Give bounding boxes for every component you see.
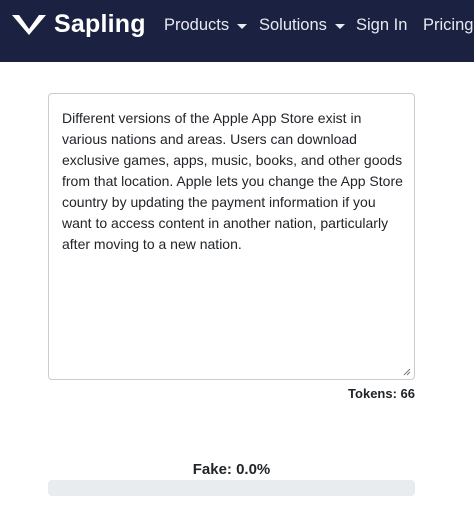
- resize-handle-icon[interactable]: [403, 368, 411, 376]
- chevron-down-icon: [334, 23, 345, 29]
- nav-sign-in-link[interactable]: Sign In: [356, 14, 407, 36]
- sapling-logo-icon: [12, 15, 46, 35]
- input-text-content: Different versions of the Apple App Stor…: [62, 110, 403, 252]
- brand-logo-link[interactable]: Sapling: [10, 9, 146, 39]
- nav-pricing-label: Pricing: [423, 16, 474, 34]
- nav-sign-in-label: Sign In: [356, 16, 408, 34]
- token-count: Tokens: 66: [348, 386, 415, 401]
- chevron-down-icon: [237, 23, 248, 29]
- nav-products-label: Products: [164, 16, 230, 34]
- nav-solutions-dropdown[interactable]: Solutions: [259, 14, 345, 36]
- fake-score-progress-bar: [48, 480, 415, 496]
- nav-products-dropdown[interactable]: Products: [164, 14, 248, 36]
- nav-pricing-link[interactable]: Pricing: [423, 14, 473, 36]
- text-input-area[interactable]: Different versions of the Apple App Stor…: [48, 93, 415, 380]
- top-navbar: Sapling Products Solutions Sign In Prici…: [0, 0, 474, 62]
- fake-score-label: Fake: 0.0%: [192, 461, 271, 478]
- brand-name: Sapling: [54, 10, 146, 38]
- nav-solutions-label: Solutions: [259, 16, 327, 34]
